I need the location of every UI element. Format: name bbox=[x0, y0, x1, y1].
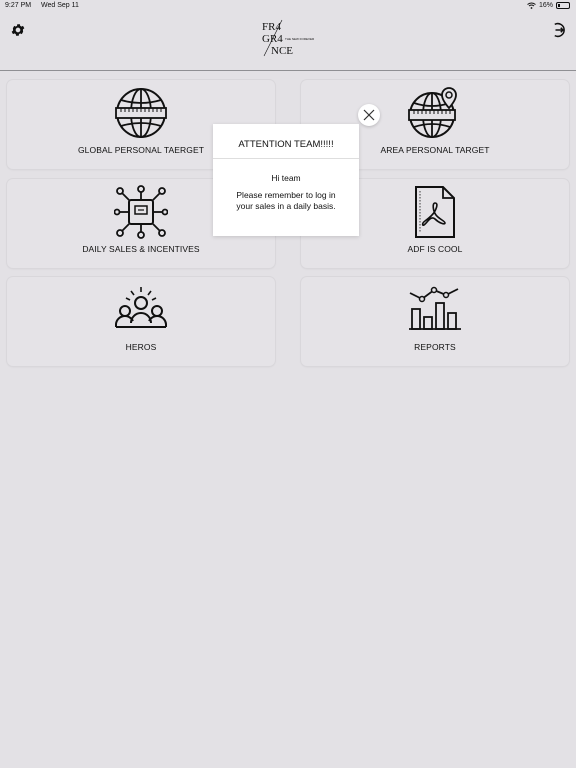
gear-icon bbox=[11, 24, 25, 36]
tile-label: HEROS bbox=[125, 342, 157, 352]
battery-icon bbox=[556, 2, 570, 9]
wifi-icon bbox=[527, 2, 536, 9]
globe-pin-icon bbox=[408, 87, 457, 138]
tile-reports[interactable]: REPORTS bbox=[301, 277, 569, 366]
status-date: Wed Sep 11 bbox=[41, 2, 79, 9]
nav-bar: FR4 GR4 NCE THE NEW FOREVER bbox=[0, 12, 576, 71]
modal-greeting: Hi team bbox=[271, 173, 301, 183]
globe-icon bbox=[115, 88, 167, 138]
battery-percent: 16% bbox=[538, 2, 553, 9]
modal-title: ATTENTION TEAM!!!!! bbox=[238, 139, 334, 150]
bar-chart-icon bbox=[409, 286, 461, 330]
tile-label: ADF IS COOL bbox=[407, 244, 463, 254]
settings-button[interactable] bbox=[10, 22, 26, 38]
modal-divider bbox=[213, 158, 359, 159]
tile-label: REPORTS bbox=[414, 342, 456, 352]
modal-close-button[interactable] bbox=[358, 104, 380, 126]
close-icon bbox=[363, 109, 375, 121]
status-left: 9:27 PM Wed Sep 11 bbox=[5, 2, 87, 9]
network-box-icon bbox=[114, 185, 168, 239]
tile-label: DAILY SALES & INCENTIVES bbox=[82, 244, 200, 254]
tile-heros[interactable]: HEROS bbox=[7, 277, 275, 366]
logo-subtitle: THE NEW FOREVER bbox=[285, 37, 315, 41]
logo-line3: NCE bbox=[271, 45, 293, 57]
attention-modal: ATTENTION TEAM!!!!! Hi team Please remem… bbox=[213, 124, 359, 236]
status-bar: 9:27 PM Wed Sep 11 16% bbox=[0, 0, 576, 12]
brand-logo: FR4 GR4 NCE THE NEW FOREVER bbox=[258, 18, 320, 58]
modal-message: Please remember to log in your sales in … bbox=[236, 190, 336, 211]
logout-button[interactable] bbox=[548, 21, 566, 39]
team-icon bbox=[115, 287, 167, 328]
status-time: 9:27 PM bbox=[5, 2, 32, 9]
logout-icon bbox=[554, 22, 565, 38]
pdf-document-icon bbox=[415, 186, 455, 238]
status-right: 16% bbox=[527, 2, 570, 9]
